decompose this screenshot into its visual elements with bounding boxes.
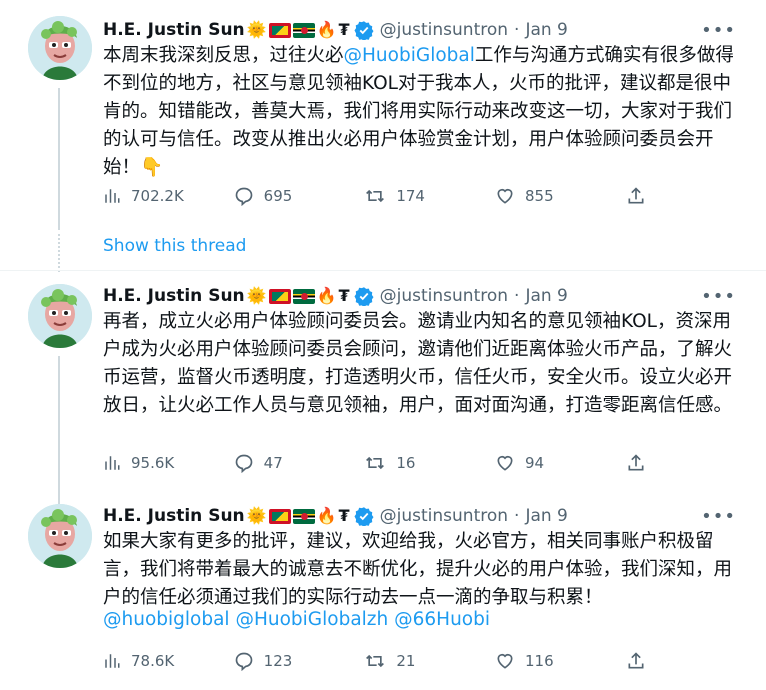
verified-badge-icon	[354, 506, 374, 526]
share-icon	[628, 454, 644, 471]
views-button[interactable]: 702.2K	[103, 185, 234, 207]
like-icon	[497, 188, 513, 204]
tweet-1[interactable]: H.E. Justin Sun 🌞 🔥 ₮ @justinsuntron · J…	[0, 0, 766, 272]
like-count: 94	[525, 454, 545, 472]
tweet-date[interactable]: Jan 9	[525, 20, 567, 40]
flag-grenada-icon	[268, 22, 291, 38]
like-icon	[497, 653, 513, 669]
more-options-icon[interactable]: •••	[701, 286, 736, 307]
tweet-actions: 95.6K 47 16 94	[103, 452, 663, 474]
author-name[interactable]: H.E. Justin Sun	[103, 286, 245, 306]
views-count: 702.2K	[131, 187, 184, 205]
sun-emoji: 🌞	[246, 20, 267, 39]
tweet-text: 再者，成立火必用户体验顾问委员会。邀请业内知名的意见领袖KOL，资深用户成为火必…	[103, 311, 733, 416]
flag-grenada-icon	[268, 288, 291, 304]
tweet-text-part: 本周末我深刻反思，过往火必	[103, 45, 344, 66]
views-button[interactable]: 95.6K	[103, 452, 234, 474]
sun-emoji: 🌞	[246, 506, 267, 525]
separator-dot: ·	[514, 20, 520, 40]
retweet-button[interactable]: 174	[364, 185, 495, 207]
reply-button[interactable]: 695	[234, 185, 365, 207]
tweet-actions: 702.2K 695 174 855	[103, 185, 663, 207]
retweet-count: 174	[396, 187, 425, 205]
tweet-header: H.E. Justin Sun 🌞 🔥 ₮ @justinsuntron · J…	[103, 284, 568, 308]
mention-links[interactable]: @huobiglobal @HuobiGlobalzh @66Huobi	[103, 606, 748, 634]
retweet-count: 16	[396, 454, 416, 472]
avatar[interactable]	[28, 284, 92, 348]
avatar[interactable]	[28, 504, 92, 568]
fire-emoji: 🔥	[316, 286, 337, 305]
like-button[interactable]: 855	[495, 185, 626, 207]
tether-symbol: ₮	[338, 506, 350, 525]
verified-badge-icon	[354, 286, 374, 306]
views-icon	[105, 654, 120, 668]
flag-grenada-icon	[268, 508, 291, 524]
retweet-count: 21	[396, 652, 416, 670]
flag-dominica-icon	[292, 22, 315, 38]
tweet-text: 如果大家有更多的批评，建议，欢迎给我，火必官方，相关同事账户积极留言，我们将带着…	[103, 531, 733, 608]
tweet-date[interactable]: Jan 9	[525, 286, 567, 306]
retweet-icon	[366, 456, 385, 470]
thread-connector-line	[58, 356, 60, 504]
like-count: 116	[525, 652, 554, 670]
verified-badge-icon	[354, 20, 374, 40]
reply-count: 123	[263, 652, 293, 670]
avatar[interactable]	[28, 16, 92, 80]
reply-icon	[235, 187, 253, 206]
author-handle[interactable]: @justinsuntron	[380, 506, 508, 526]
thread-connector-line	[58, 88, 60, 230]
retweet-button[interactable]: 16	[364, 452, 495, 474]
author-handle[interactable]: @justinsuntron	[380, 286, 508, 306]
show-this-thread-link[interactable]: Show this thread	[103, 236, 246, 256]
share-icon	[628, 652, 644, 669]
flag-dominica-icon	[292, 508, 315, 524]
reply-icon	[235, 454, 253, 473]
retweet-button[interactable]: 21	[364, 650, 495, 672]
reply-button[interactable]: 123	[234, 650, 365, 672]
tweet-header: H.E. Justin Sun 🌞 🔥 ₮ @justinsuntron · J…	[103, 504, 568, 528]
tweet-actions: 78.6K 123 21 116	[103, 650, 663, 672]
fire-emoji: 🔥	[316, 506, 337, 525]
tweet-divider	[0, 270, 766, 271]
reply-count: 47	[263, 454, 283, 472]
reply-icon	[235, 652, 253, 671]
separator-dot: ·	[514, 286, 520, 306]
tether-symbol: ₮	[338, 286, 350, 305]
share-button[interactable]	[626, 452, 663, 474]
tweet-text: 本周末我深刻反思，过往火必@HuobiGlobal工作与沟通方式确实有很多做得不…	[103, 42, 748, 182]
share-button[interactable]	[626, 650, 663, 672]
like-button[interactable]: 94	[495, 452, 626, 474]
mention-link[interactable]: @HuobiGlobal	[344, 45, 475, 66]
more-options-icon[interactable]: •••	[701, 506, 736, 527]
thread-connector-dots	[58, 234, 62, 272]
views-count: 78.6K	[131, 652, 175, 670]
tweet-2[interactable]: H.E. Justin Sun 🌞 🔥 ₮ @justinsuntron · J…	[0, 276, 766, 504]
tweet-header: H.E. Justin Sun 🌞 🔥 ₮ @justinsuntron · J…	[103, 18, 568, 42]
more-options-icon[interactable]: •••	[701, 20, 736, 41]
views-icon	[105, 189, 120, 203]
author-name[interactable]: H.E. Justin Sun	[103, 506, 245, 526]
retweet-icon	[366, 189, 385, 203]
views-count: 95.6K	[131, 454, 175, 472]
like-button[interactable]: 116	[495, 650, 626, 672]
reply-count: 695	[263, 187, 293, 205]
author-handle[interactable]: @justinsuntron	[380, 20, 508, 40]
tweet-3[interactable]: H.E. Justin Sun 🌞 🔥 ₮ @justinsuntron · J…	[0, 496, 766, 690]
retweet-icon	[366, 654, 385, 668]
fire-emoji: 🔥	[316, 20, 337, 39]
author-name[interactable]: H.E. Justin Sun	[103, 20, 245, 40]
views-button[interactable]: 78.6K	[103, 650, 234, 672]
sun-emoji: 🌞	[246, 286, 267, 305]
reply-button[interactable]: 47	[234, 452, 365, 474]
tweet-date[interactable]: Jan 9	[525, 506, 567, 526]
separator-dot: ·	[514, 506, 520, 526]
flag-dominica-icon	[292, 288, 315, 304]
like-count: 855	[525, 187, 554, 205]
views-icon	[105, 456, 120, 470]
share-icon	[628, 187, 644, 204]
share-button[interactable]	[626, 185, 663, 207]
tether-symbol: ₮	[338, 20, 350, 39]
like-icon	[497, 455, 513, 471]
